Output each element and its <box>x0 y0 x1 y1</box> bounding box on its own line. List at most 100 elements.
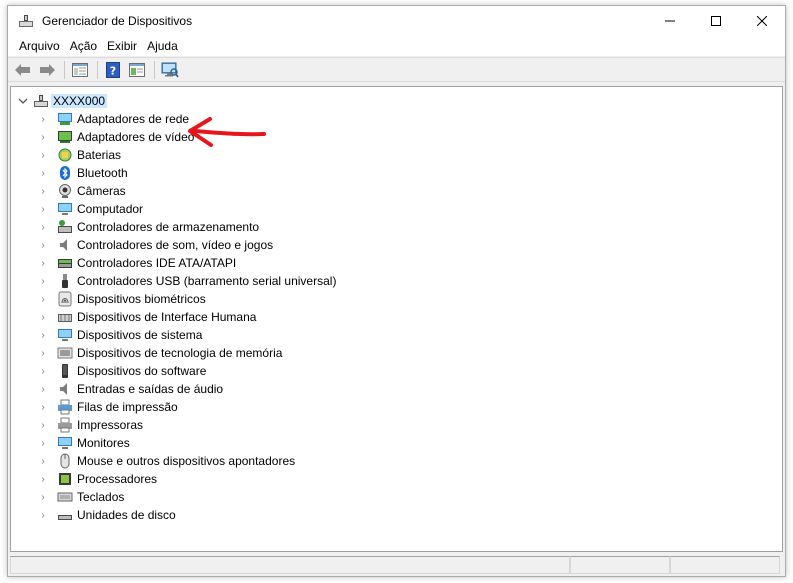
tree-item-controladores-ide[interactable]: › Controladores IDE ATA/ATAPI <box>37 254 236 272</box>
tree-item-label: Controladores USB (barramento serial uni… <box>77 274 337 288</box>
toolbar-separator <box>154 60 155 79</box>
expand-chevron-icon[interactable]: › <box>37 239 49 251</box>
tree-item-processadores[interactable]: › Processadores <box>37 470 157 488</box>
disk-drive-icon <box>57 507 73 523</box>
tree-item-label: Bluetooth <box>77 166 128 180</box>
show-hide-console-tree-button[interactable] <box>69 60 91 80</box>
scan-hardware-icon <box>161 62 179 77</box>
menu-arquivo[interactable]: Arquivo <box>14 36 65 56</box>
keyboard-icon <box>57 489 73 505</box>
tree-item-dispositivos-biometricos[interactable]: › Dispositivos biométricos <box>37 290 206 308</box>
tree-item-impressoras[interactable]: › Impressoras <box>37 416 143 434</box>
expand-chevron-icon[interactable]: › <box>37 221 49 233</box>
expand-chevron-icon[interactable]: › <box>37 131 49 143</box>
expand-chevron-icon[interactable]: › <box>37 167 49 179</box>
tree-item-entradas-e-saidas-de-audio[interactable]: › Entradas e saídas de áudio <box>37 380 223 398</box>
tree-item-label: Dispositivos de tecnologia de memória <box>77 346 283 360</box>
tree-item-dispositivos-de-interface-humana[interactable]: › Dispositivos de Interface Humana <box>37 308 256 326</box>
scan-hardware-button[interactable] <box>159 60 181 80</box>
usb-icon <box>57 273 73 289</box>
expand-chevron-icon[interactable]: › <box>37 491 49 503</box>
hid-icon <box>57 309 73 325</box>
tree-item-mouse[interactable]: › Mouse e outros dispositivos apontadore… <box>37 452 295 470</box>
tree-item-filas-de-impressao[interactable]: › Filas de impressão <box>37 398 178 416</box>
audio-io-icon <box>57 381 73 397</box>
window-controls <box>647 6 785 36</box>
menu-acao[interactable]: Ação <box>65 36 102 56</box>
tree-item-label: Baterias <box>77 148 122 162</box>
minimize-button[interactable] <box>647 6 693 36</box>
forward-icon <box>40 63 55 76</box>
tree-item-label: Dispositivos biométricos <box>77 292 206 306</box>
expand-chevron-icon[interactable]: › <box>37 311 49 323</box>
tree-item-bluetooth[interactable]: › Bluetooth <box>37 164 128 182</box>
back-button[interactable] <box>12 60 34 80</box>
tree-item-controladores-de-som[interactable]: › Controladores de som, vídeo e jogos <box>37 236 273 254</box>
tree-item-cameras[interactable]: › Câmeras <box>37 182 126 200</box>
collapse-chevron-icon[interactable] <box>17 95 29 107</box>
status-cell-tertiary <box>670 556 780 574</box>
expand-chevron-icon[interactable]: › <box>37 275 49 287</box>
expand-chevron-icon[interactable]: › <box>37 185 49 197</box>
tree-item-adaptadores-de-rede[interactable]: › Adaptadores de rede <box>37 110 189 128</box>
back-icon <box>15 63 30 76</box>
tree-item-controladores-usb[interactable]: › Controladores USB (barramento serial u… <box>37 272 336 290</box>
expand-chevron-icon[interactable]: › <box>37 473 49 485</box>
tree-item-dispositivos-de-sistema[interactable]: › Dispositivos de sistema <box>37 326 202 344</box>
expand-chevron-icon[interactable]: › <box>37 203 49 215</box>
tree-item-label: Filas de impressão <box>77 400 178 414</box>
ide-controller-icon <box>57 255 73 271</box>
properties-button[interactable] <box>126 60 148 80</box>
camera-icon <box>57 183 73 199</box>
tree-item-label: Controladores de armazenamento <box>77 220 260 234</box>
display-adapter-icon <box>57 129 73 145</box>
device-tree[interactable]: XXXX000 › Adaptadores de rede › Adaptado… <box>10 86 783 552</box>
tree-item-label: Dispositivos de Interface Humana <box>77 310 257 324</box>
forward-button[interactable] <box>36 60 58 80</box>
toolbar: ? <box>8 57 785 82</box>
menu-bar: Arquivo Ação Exibir Ajuda <box>8 36 785 57</box>
expand-chevron-icon[interactable]: › <box>37 149 49 161</box>
expand-chevron-icon[interactable]: › <box>37 509 49 521</box>
tree-item-label: Dispositivos do software <box>77 364 207 378</box>
expand-chevron-icon[interactable]: › <box>37 347 49 359</box>
expand-chevron-icon[interactable]: › <box>37 383 49 395</box>
tree-item-monitores[interactable]: › Monitores <box>37 434 130 452</box>
tree-item-label: Monitores <box>77 436 130 450</box>
expand-chevron-icon[interactable]: › <box>37 293 49 305</box>
tree-root-node[interactable]: XXXX000 <box>17 92 108 110</box>
memory-icon <box>57 345 73 361</box>
tree-item-label: Controladores de som, vídeo e jogos <box>77 238 274 252</box>
tree-item-label: Controladores IDE ATA/ATAPI <box>77 256 237 270</box>
tree-item-teclados[interactable]: › Teclados <box>37 488 124 506</box>
help-button[interactable]: ? <box>102 60 124 80</box>
expand-chevron-icon[interactable]: › <box>37 401 49 413</box>
bluetooth-icon <box>57 165 73 181</box>
tree-item-label: Câmeras <box>77 184 126 198</box>
expand-chevron-icon[interactable]: › <box>37 419 49 431</box>
printer-icon <box>57 417 73 433</box>
help-icon: ? <box>106 61 120 78</box>
tree-item-unidades-de-disco[interactable]: › Unidades de disco <box>37 506 175 524</box>
expand-chevron-icon[interactable]: › <box>37 329 49 341</box>
window-title: Gerenciador de Dispositivos <box>42 14 193 28</box>
tree-item-dispositivos-de-tecnologia-de-memoria[interactable]: › Dispositivos de tecnologia de memória <box>37 344 282 362</box>
mouse-icon <box>57 453 73 469</box>
menu-exibir[interactable]: Exibir <box>102 36 142 56</box>
expand-chevron-icon[interactable]: › <box>37 365 49 377</box>
tree-item-label: Adaptadores de rede <box>77 112 190 126</box>
expand-chevron-icon[interactable]: › <box>37 113 49 125</box>
expand-chevron-icon[interactable]: › <box>37 437 49 449</box>
battery-icon <box>57 147 73 163</box>
tree-item-controladores-de-armazenamento[interactable]: › Controladores de armazenamento <box>37 218 259 236</box>
menu-ajuda[interactable]: Ajuda <box>142 36 183 56</box>
expand-chevron-icon[interactable]: › <box>37 455 49 467</box>
expand-chevron-icon[interactable]: › <box>37 257 49 269</box>
tree-item-computador[interactable]: › Computador <box>37 200 143 218</box>
maximize-button[interactable] <box>693 6 739 36</box>
title-bar[interactable]: Gerenciador de Dispositivos <box>8 6 785 36</box>
tree-item-baterias[interactable]: › Baterias <box>37 146 121 164</box>
close-button[interactable] <box>739 6 785 36</box>
tree-item-adaptadores-de-video[interactable]: › Adaptadores de vídeo <box>37 128 194 146</box>
tree-item-dispositivos-do-software[interactable]: › Dispositivos do software <box>37 362 206 380</box>
